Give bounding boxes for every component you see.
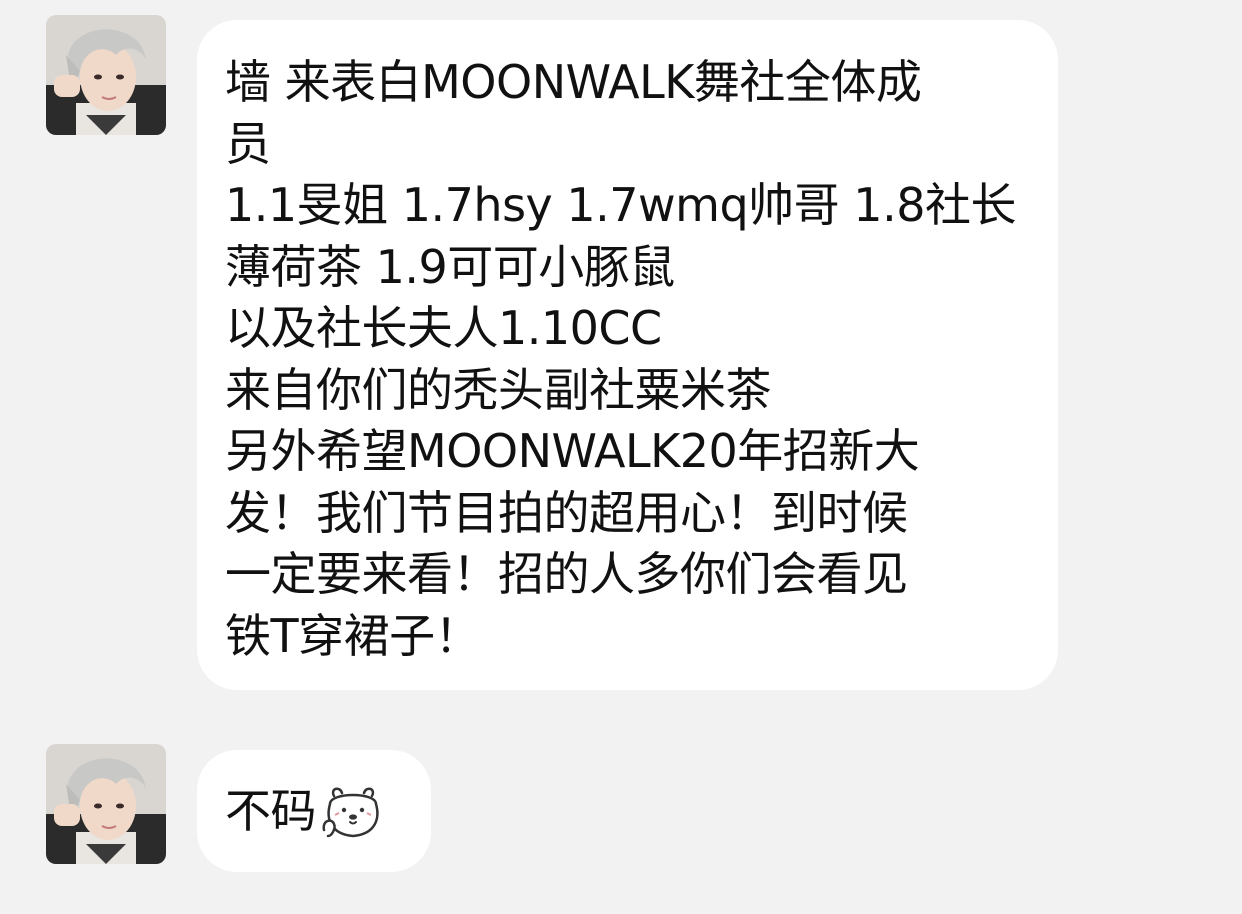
message-line: 墙 来表白MOONWALK舞社全体成 — [225, 55, 922, 109]
message-line: 员 — [225, 116, 271, 171]
message-bubble[interactable]: 墙 来表白MOONWALK舞社全体成 员 1.1旻姐 1.7hsy 1.7wmq… — [197, 20, 1058, 690]
message-text: 不码 — [225, 783, 317, 838]
sender-avatar[interactable] — [46, 15, 166, 135]
message-line: 另外希望MOONWALK20年招新大 — [225, 424, 920, 478]
sender-avatar[interactable] — [46, 744, 166, 864]
message-row: 不码 — [225, 781, 411, 842]
message-line: 以及社长夫人1.10CC — [225, 301, 662, 355]
message-line: 铁T穿裙子！ — [225, 608, 481, 663]
message-line: 发！我们节目拍的超用心！到时候 — [225, 485, 908, 540]
message-line: 1.1旻姐 1.7hsy 1.7wmq帅哥 1.8社长 — [225, 178, 1016, 232]
message-line: 来自你们的秃头副社粟米茶 — [225, 362, 772, 417]
avatar-image — [46, 744, 166, 864]
message-bubble[interactable]: 不码 — [197, 750, 431, 872]
message-line: 一定要来看！招的人多你们会看见 — [225, 547, 908, 601]
message-line: 薄荷茶 1.9可可小豚鼠 — [225, 239, 675, 294]
chat-message-list: 墙 来表白MOONWALK舞社全体成 员 1.1旻姐 1.7hsy 1.7wmq… — [0, 0, 1242, 914]
avatar-image — [46, 15, 166, 135]
polar-bear-shy-icon — [320, 784, 386, 840]
